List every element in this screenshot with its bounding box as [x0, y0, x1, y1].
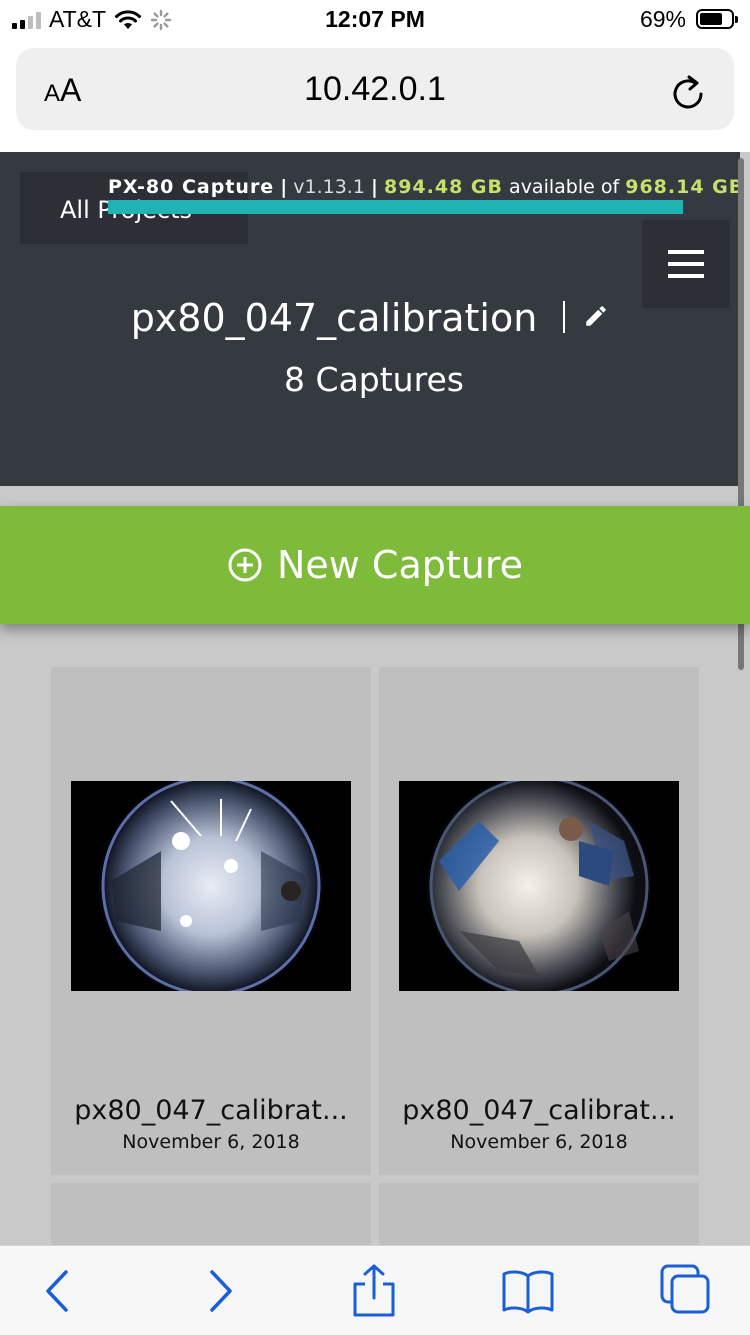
tabs-icon[interactable]	[656, 1264, 716, 1318]
safari-toolbar	[0, 1245, 750, 1335]
chevron-left-icon[interactable]	[28, 1264, 88, 1318]
reload-icon[interactable]	[670, 74, 706, 112]
battery-percent: 69%	[639, 6, 686, 32]
project-name: px80_047_calibration	[130, 296, 538, 340]
title-divider	[563, 301, 566, 333]
capture-card[interactable]: px80_047_calibrat... November 6, 2018	[379, 667, 699, 1175]
storage-bar	[108, 200, 683, 214]
share-icon[interactable]	[344, 1264, 404, 1318]
separator: |	[370, 176, 378, 198]
new-capture-label: New Capture	[276, 543, 524, 587]
storage-info: PX-80 Capture | v1.13.1 | 894.48 GB avai…	[108, 176, 744, 198]
separator: |	[280, 176, 288, 198]
capture-card[interactable]: px80_047_calibrat... November 6, 2018	[51, 667, 371, 1175]
browser-chrome: AA 10.42.0.1	[0, 40, 750, 152]
total-storage: 968.14 GB	[625, 176, 745, 198]
status-time: 12:07 PM	[325, 6, 425, 32]
app-version: v1.13.1	[293, 176, 365, 198]
new-capture-button[interactable]: New Capture	[0, 506, 750, 624]
available-text: available of	[509, 176, 620, 198]
capture-card[interactable]	[379, 1183, 699, 1253]
capture-name[interactable]: px80_047_calibrat...	[379, 1095, 699, 1126]
book-icon[interactable]	[498, 1264, 558, 1318]
captures-count: 8 Captures	[284, 360, 464, 399]
battery-icon	[696, 9, 738, 29]
project-title[interactable]: px80_047_calibration	[0, 296, 740, 340]
plus-circle-icon	[228, 548, 262, 582]
hamburger-menu-icon[interactable]	[642, 220, 730, 308]
available-storage: 894.48 GB	[383, 176, 503, 198]
address-bar[interactable]: AA 10.42.0.1	[16, 48, 734, 130]
capture-thumbnail[interactable]	[399, 781, 679, 991]
app-name: PX-80 Capture	[108, 176, 275, 198]
status-bar: AT&T 12:07 PM 69%	[0, 0, 750, 40]
capture-name[interactable]: px80_047_calibrat...	[51, 1095, 371, 1126]
chevron-right-icon[interactable]	[190, 1264, 250, 1318]
capture-date: November 6, 2018	[122, 1131, 300, 1153]
url-field[interactable]: 10.42.0.1	[16, 70, 734, 109]
pencil-icon[interactable]	[583, 303, 609, 329]
capture-date: November 6, 2018	[450, 1131, 628, 1153]
capture-card[interactable]	[51, 1183, 371, 1253]
capture-thumbnail[interactable]	[71, 781, 351, 991]
project-header: All Projects PX-80 Capture | v1.13.1 | 8…	[0, 152, 743, 486]
